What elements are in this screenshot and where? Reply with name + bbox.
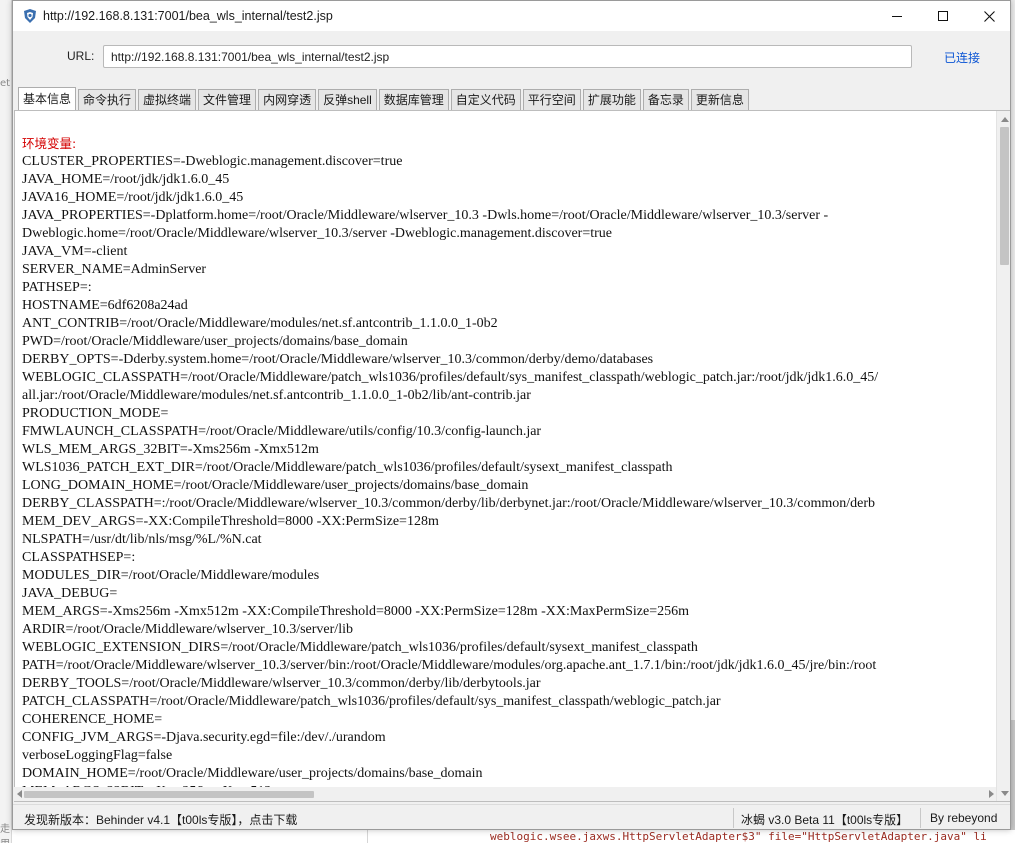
window-title: http://192.168.8.131:7001/bea_wls_intern… bbox=[43, 9, 333, 23]
env-variables-text[interactable]: 环境变量: CLUSTER_PROPERTIES=-Dweblogic.mana… bbox=[22, 135, 996, 801]
update-notice-link[interactable]: 发现新版本：Behinder v4.1【t00ls专版】，点击下载 bbox=[24, 811, 297, 828]
env-variable-line: LONG_DOMAIN_HOME=/root/Oracle/Middleware… bbox=[22, 478, 529, 493]
env-variable-line: DERBY_CLASSPATH=:/root/Oracle/Middleware… bbox=[22, 496, 876, 511]
tab-9[interactable]: 平行空间 bbox=[522, 89, 581, 111]
env-variable-line: WLS1036_PATCH_EXT_DIR=/root/Oracle/Middl… bbox=[22, 460, 673, 475]
tab-7[interactable]: 数据库管理 bbox=[378, 89, 449, 111]
status-divider bbox=[920, 808, 921, 828]
env-variable-line: PATCH_CLASSPATH=/root/Oracle/Middleware/… bbox=[22, 694, 721, 709]
tab-3[interactable]: 虚拟终端 bbox=[138, 89, 197, 111]
behinder-window: http://192.168.8.131:7001/bea_wls_intern… bbox=[12, 0, 1011, 830]
minimize-icon bbox=[892, 16, 902, 17]
vertical-scrollbar[interactable] bbox=[996, 111, 1010, 801]
status-bar: 发现新版本：Behinder v4.1【t00ls专版】，点击下载 冰蝎 v3.… bbox=[13, 804, 1010, 829]
behinder-app-icon bbox=[24, 9, 36, 23]
env-variable-line: CLASSPATHSEP=: bbox=[22, 550, 136, 565]
close-icon bbox=[983, 10, 995, 22]
tab-11[interactable]: 备忘录 bbox=[642, 89, 689, 111]
env-variable-line: SERVER_NAME=AdminServer bbox=[22, 262, 207, 277]
background-window-edge: et 走用 bbox=[0, 0, 12, 843]
env-variable-line: WEBLOGIC_CLASSPATH=/root/Oracle/Middlewa… bbox=[22, 370, 879, 385]
horizontal-scroll-thumb[interactable] bbox=[24, 791, 314, 798]
author-label: By rebeyond bbox=[930, 811, 998, 825]
env-variable-line: DOMAIN_HOME=/root/Oracle/Middleware/user… bbox=[22, 766, 483, 781]
editor-gutter-divider bbox=[367, 829, 368, 843]
background-code-editor: weblogic.wsee.jaxws.HttpServletAdapter$3… bbox=[12, 828, 1015, 843]
connection-status: 已连接 bbox=[944, 51, 981, 65]
vertical-scroll-thumb[interactable] bbox=[1000, 127, 1009, 265]
env-variables-heading: 环境变量: bbox=[22, 136, 77, 151]
env-variable-line: JAVA_HOME=/root/jdk/jdk1.6.0_45 bbox=[22, 172, 230, 187]
tab-5[interactable]: 内网穿透 bbox=[258, 89, 317, 111]
tab-2[interactable]: 命令执行 bbox=[78, 89, 137, 111]
background-text-fragment: et bbox=[0, 78, 11, 89]
close-button[interactable] bbox=[966, 1, 1010, 31]
env-variable-line: JAVA16_HOME=/root/jdk/jdk1.6.0_45 bbox=[22, 190, 244, 205]
title-bar[interactable]: http://192.168.8.131:7001/bea_wls_intern… bbox=[13, 1, 1010, 31]
scroll-left-arrow-icon[interactable] bbox=[14, 787, 24, 801]
tab-10[interactable]: 扩展功能 bbox=[582, 89, 641, 111]
env-variable-line: PATH=/root/Oracle/Middleware/wlserver_10… bbox=[22, 658, 877, 673]
status-divider bbox=[733, 808, 734, 828]
url-label: URL: bbox=[67, 49, 95, 63]
env-variable-line: PRODUCTION_MODE= bbox=[22, 406, 169, 421]
basic-info-panel: 环境变量: CLUSTER_PROPERTIES=-Dweblogic.mana… bbox=[14, 110, 1010, 802]
env-variable-line: PATHSEP=: bbox=[22, 280, 92, 295]
env-variable-line: HOSTNAME=6df6208a24ad bbox=[22, 298, 188, 313]
tab-12[interactable]: 更新信息 bbox=[690, 89, 749, 111]
url-input[interactable]: http://192.168.8.131:7001/bea_wls_intern… bbox=[103, 45, 912, 68]
env-variable-line: WEBLOGIC_EXTENSION_DIRS=/root/Oracle/Mid… bbox=[22, 640, 698, 655]
env-variable-line: CLUSTER_PROPERTIES=-Dweblogic.management… bbox=[22, 154, 403, 169]
tab-bar: 基本信息 命令执行 虚拟终端 文件管理 内网穿透 反弹shell 数据库管理 自定义代码 平行空… bbox=[18, 87, 751, 111]
env-variable-line: DERBY_OPTS=-Dderby.system.home=/root/Ora… bbox=[22, 352, 654, 367]
env-variable-line: ARDIR=/root/Oracle/Middleware/wlserver_1… bbox=[22, 622, 353, 637]
minimize-button[interactable] bbox=[874, 1, 920, 31]
tab-6[interactable]: 反弹shell bbox=[318, 89, 377, 111]
tab-1[interactable]: 基本信息 bbox=[18, 87, 77, 111]
version-label: 冰蝎 v3.0 Beta 11【t00ls专版】 bbox=[741, 813, 909, 827]
scroll-right-arrow-icon[interactable] bbox=[986, 787, 996, 801]
env-variable-line: JAVA_PROPERTIES=-Dplatform.home=/root/Or… bbox=[22, 208, 829, 241]
maximize-icon bbox=[938, 11, 948, 21]
env-variable-line: MEM_DEV_ARGS=-XX:CompileThreshold=8000 -… bbox=[22, 514, 439, 529]
env-variable-line: all.jar:/root/Oracle/Middleware/modules/… bbox=[22, 388, 531, 403]
scroll-up-arrow-icon[interactable] bbox=[997, 111, 1010, 127]
background-text-fragment: 走用 bbox=[0, 824, 10, 843]
env-variable-line: NLSPATH=/usr/dt/lib/nls/msg/%L/%N.cat bbox=[22, 532, 262, 547]
env-variable-line: FMWLAUNCH_CLASSPATH=/root/Oracle/Middlew… bbox=[22, 424, 542, 439]
env-variable-line: CONFIG_JVM_ARGS=-Djava.security.egd=file… bbox=[22, 730, 386, 745]
env-variable-line: ANT_CONTRIB=/root/Oracle/Middleware/modu… bbox=[22, 316, 498, 331]
env-variable-line: JAVA_VM=-client bbox=[22, 244, 128, 259]
env-variable-line: MODULES_DIR=/root/Oracle/Middleware/modu… bbox=[22, 568, 320, 583]
background-window-edge-right bbox=[1011, 720, 1015, 830]
url-row: URL: http://192.168.8.131:7001/bea_wls_i… bbox=[13, 31, 1010, 83]
env-variable-line: DERBY_TOOLS=/root/Oracle/Middleware/wlse… bbox=[22, 676, 541, 691]
maximize-button[interactable] bbox=[920, 1, 966, 31]
env-variable-line: COHERENCE_HOME= bbox=[22, 712, 163, 727]
scroll-down-arrow-icon[interactable] bbox=[997, 785, 1010, 801]
tab-8[interactable]: 自定义代码 bbox=[450, 89, 521, 111]
horizontal-scrollbar[interactable] bbox=[14, 787, 996, 801]
tab-4[interactable]: 文件管理 bbox=[198, 89, 257, 111]
env-variable-line: PWD=/root/Oracle/Middleware/user_project… bbox=[22, 334, 408, 349]
env-variable-line: MEM_ARGS=-Xms256m -Xmx512m -XX:CompileTh… bbox=[22, 604, 689, 619]
background-code-line: weblogic.wsee.jaxws.HttpServletAdapter$3… bbox=[490, 830, 987, 843]
env-variable-line: WLS_MEM_ARGS_32BIT=-Xms256m -Xmx512m bbox=[22, 442, 319, 457]
env-variable-line: JAVA_DEBUG= bbox=[22, 586, 118, 601]
env-variable-line: verboseLoggingFlag=false bbox=[22, 748, 173, 763]
